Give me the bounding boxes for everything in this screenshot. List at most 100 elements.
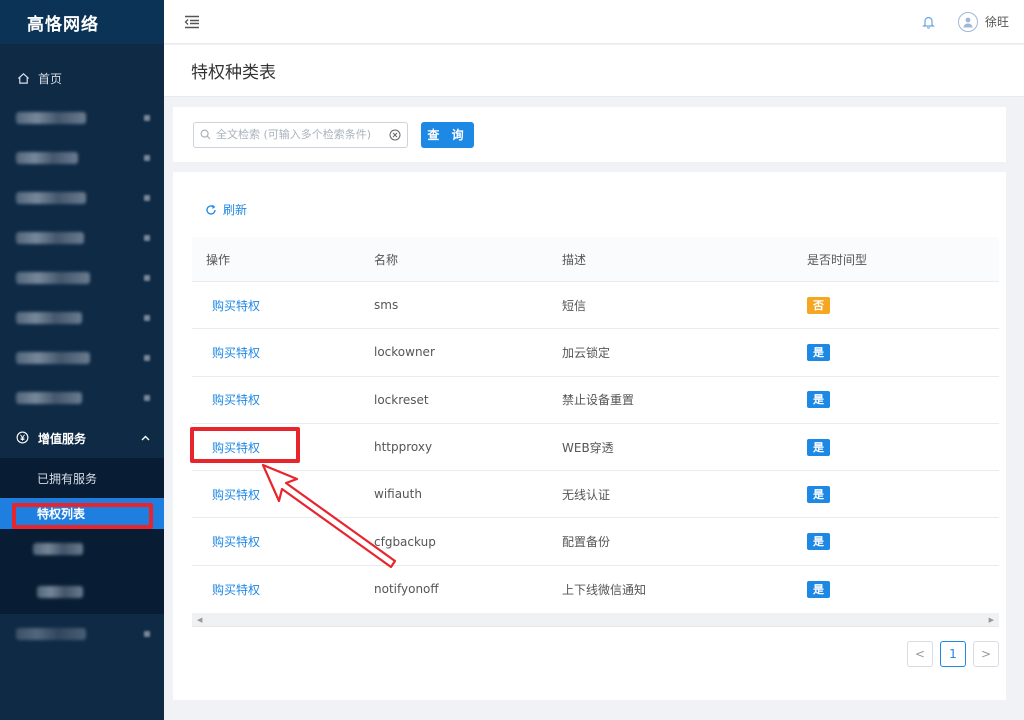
search-input[interactable]: [216, 128, 389, 141]
status-badge: 是: [807, 580, 830, 598]
page-title-bar: 特权种类表: [164, 45, 1024, 97]
query-button[interactable]: 查 询: [421, 121, 474, 148]
blurred-label: [16, 232, 84, 244]
buy-privilege-link[interactable]: 购买特权: [192, 344, 374, 361]
blurred-label: [33, 543, 83, 555]
blurred-label: [16, 192, 86, 204]
column-header-name: 名称: [374, 252, 399, 267]
sidebar-item-blurred-10[interactable]: [0, 569, 164, 614]
cell-desc: 上下线微信通知: [562, 582, 647, 597]
annotation-arrow-icon: [261, 463, 397, 569]
sidebar-item-owned-services[interactable]: 已拥有服务: [0, 458, 164, 498]
blurred-arrow-icon: [144, 115, 150, 121]
table-row: 购买特权 lockowner 加云锁定 是: [192, 329, 999, 377]
cell-desc: 加云锁定: [562, 345, 611, 360]
cell-name: sms: [374, 298, 399, 313]
top-bar: 徐旺: [164, 0, 1024, 44]
sidebar-item-blurred-6[interactable]: [0, 298, 164, 338]
blurred-label: [16, 628, 86, 640]
blurred-arrow-icon: [144, 315, 150, 321]
status-badge: 是: [807, 391, 830, 409]
cell-name: lockowner: [374, 345, 435, 360]
table-header: 操作 名称 描述 是否时间型: [192, 237, 999, 282]
home-icon: [16, 71, 30, 85]
user-area: 徐旺: [922, 11, 1009, 32]
cell-desc: 配置备份: [562, 535, 611, 550]
prev-page-button[interactable]: <: [907, 641, 933, 667]
avatar[interactable]: [957, 11, 978, 32]
blurred-label: [16, 152, 78, 164]
search-card: 查 询: [173, 107, 1006, 162]
bell-icon[interactable]: [922, 15, 936, 29]
clear-icon[interactable]: [389, 129, 401, 141]
status-badge: 是: [807, 438, 830, 456]
sidebar-item-blurred-2[interactable]: [0, 138, 164, 178]
cell-desc: 短信: [562, 298, 587, 313]
refresh-icon: [205, 204, 217, 216]
annotation-highlight-sidebar: [12, 503, 153, 529]
table-row: 购买特权 lockreset 禁止设备重置 是: [192, 377, 999, 424]
sidebar-group-label: 增值服务: [38, 431, 87, 446]
sidebar-item-blurred-7[interactable]: [0, 338, 164, 378]
page-number-button[interactable]: 1: [940, 641, 966, 667]
sidebar-item-blurred-11[interactable]: [0, 614, 164, 654]
status-badge: 是: [807, 533, 830, 551]
blurred-label: [16, 392, 82, 404]
sidebar: 高恪网络 首页 增值服务 已拥有服务 特权列表: [0, 0, 164, 720]
column-header-desc: 描述: [562, 252, 587, 267]
pagination: < 1 >: [900, 641, 999, 667]
blurred-arrow-icon: [144, 631, 150, 637]
sidebar-item-label: 首页: [38, 71, 63, 86]
column-header-action: 操作: [206, 252, 231, 267]
sidebar-item-blurred-1[interactable]: [0, 98, 164, 138]
blurred-arrow-icon: [144, 275, 150, 281]
table-row: 购买特权 sms 短信 否: [192, 282, 999, 330]
scroll-left-icon[interactable]: ◀: [197, 616, 202, 624]
blurred-label: [37, 585, 83, 598]
buy-privilege-link[interactable]: 购买特权: [192, 581, 374, 598]
sidebar-submenu: 已拥有服务 特权列表: [0, 458, 164, 614]
blurred-arrow-icon: [144, 395, 150, 401]
horizontal-scrollbar[interactable]: ◀ ▶: [192, 613, 999, 628]
buy-privilege-link[interactable]: 购买特权: [192, 391, 374, 408]
cell-name: lockreset: [374, 392, 429, 407]
yen-circle-icon: [16, 431, 30, 445]
sidebar-item-blurred-4[interactable]: [0, 218, 164, 258]
sidebar-item-blurred-3[interactable]: [0, 178, 164, 218]
page-title: 特权种类表: [191, 63, 276, 83]
next-page-button[interactable]: >: [973, 641, 999, 667]
sidebar-item-blurred-5[interactable]: [0, 258, 164, 298]
blurred-label: [16, 112, 86, 124]
blurred-label: [16, 272, 90, 284]
cell-desc: 无线认证: [562, 487, 611, 502]
scroll-right-icon[interactable]: ▶: [989, 616, 994, 624]
chevron-up-icon: [141, 433, 150, 444]
cell-name: notifyonoff: [374, 582, 439, 597]
blurred-label: [16, 312, 82, 324]
blurred-arrow-icon: [144, 155, 150, 161]
blurred-arrow-icon: [144, 235, 150, 241]
search-box: [193, 121, 408, 148]
cell-desc: 禁止设备重置: [562, 393, 635, 408]
sidebar-item-blurred-9[interactable]: [0, 529, 164, 569]
sidebar-item-blurred-8[interactable]: [0, 378, 164, 418]
blurred-label: [16, 352, 90, 364]
cell-desc: WEB穿透: [562, 440, 614, 455]
blurred-arrow-icon: [144, 355, 150, 361]
user-name[interactable]: 徐旺: [985, 13, 1009, 30]
buy-privilege-link[interactable]: 购买特权: [192, 297, 374, 314]
column-header-is-time: 是否时间型: [807, 252, 868, 267]
menu-fold-icon[interactable]: [184, 15, 200, 29]
sidebar-item-home[interactable]: 首页: [0, 58, 164, 98]
blurred-arrow-icon: [144, 195, 150, 201]
search-icon: [200, 129, 211, 140]
sidebar-item-label: 已拥有服务: [37, 471, 98, 486]
status-badge: 否: [807, 296, 830, 314]
status-badge: 是: [807, 343, 830, 361]
sidebar-group-value-added[interactable]: 增值服务: [0, 418, 164, 458]
app-logo: 高恪网络: [0, 0, 164, 44]
refresh-button[interactable]: 刷新: [205, 201, 247, 218]
status-badge: 是: [807, 485, 830, 503]
cell-name: httpproxy: [374, 440, 433, 455]
refresh-label: 刷新: [223, 203, 248, 217]
